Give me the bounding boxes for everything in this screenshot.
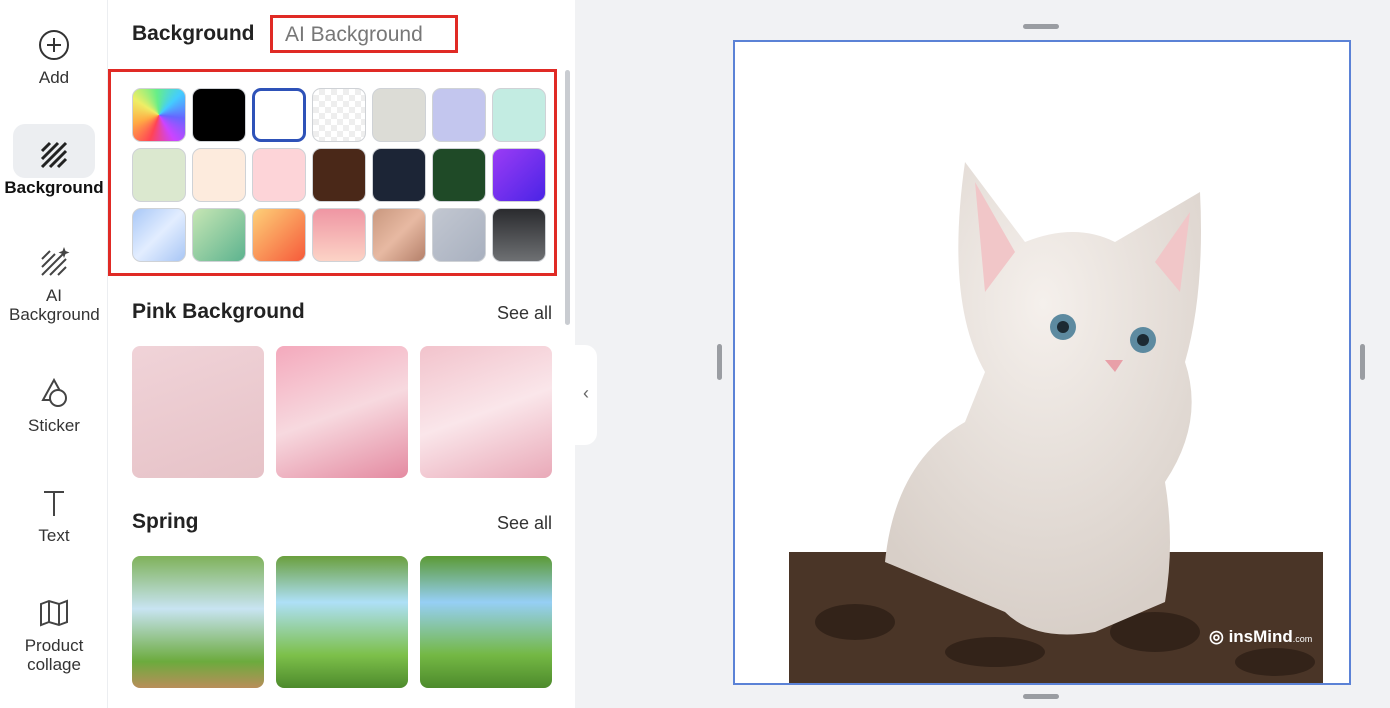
background-thumbnail[interactable] — [276, 346, 408, 478]
color-swatch[interactable] — [372, 148, 426, 202]
resize-handle-left[interactable] — [717, 344, 722, 380]
rail-item-label: Text — [38, 526, 70, 545]
color-swatch[interactable] — [432, 88, 486, 142]
color-swatch[interactable] — [492, 208, 546, 262]
hatch-icon — [40, 141, 68, 169]
section-title: Spring — [132, 510, 199, 533]
rail-item-product-collage[interactable]: Product collage — [0, 596, 108, 674]
color-swatch[interactable] — [432, 208, 486, 262]
rail-item-label: AI Background — [9, 286, 100, 324]
color-swatch[interactable] — [372, 208, 426, 262]
tab-background[interactable]: Background — [132, 22, 255, 46]
color-swatch[interactable] — [252, 88, 306, 142]
background-thumbnail[interactable] — [420, 556, 552, 688]
see-all-link[interactable]: See all — [497, 513, 552, 534]
rail-item-label: Product collage — [24, 636, 84, 674]
text-icon — [44, 491, 64, 516]
rail-item-label: Background — [4, 178, 104, 197]
color-swatch[interactable] — [252, 148, 306, 202]
color-swatch[interactable] — [192, 208, 246, 262]
color-swatch[interactable] — [252, 208, 306, 262]
rail-item-ai-background[interactable]: AI Background — [0, 246, 108, 324]
color-swatch[interactable] — [132, 148, 186, 202]
see-all-link[interactable]: See all — [497, 303, 552, 324]
color-swatch[interactable] — [192, 88, 246, 142]
color-swatch[interactable] — [492, 148, 546, 202]
swatch-grid — [108, 69, 557, 276]
rail-item-label: Sticker — [28, 416, 80, 435]
map-icon — [40, 599, 68, 627]
ai-hatch-icon — [41, 247, 70, 276]
color-swatch[interactable] — [132, 208, 186, 262]
background-thumbnail[interactable] — [420, 346, 552, 478]
background-thumbnail[interactable] — [132, 556, 264, 688]
left-rail: Add Background AI Background Sticker Text Pro… — [0, 0, 108, 708]
background-panel: Background AI Background Pink Background… — [108, 0, 575, 708]
resize-handle-top[interactable] — [1023, 24, 1059, 29]
watermark: ◎ insMind.com — [1209, 627, 1313, 646]
collapse-panel-button[interactable]: ‹ — [575, 345, 597, 445]
cat-image — [789, 162, 1323, 683]
chevron-left-icon: ‹ — [583, 383, 589, 403]
color-swatch[interactable] — [312, 208, 366, 262]
tab-ai-background[interactable]: AI Background — [270, 15, 458, 53]
color-swatch[interactable] — [372, 88, 426, 142]
color-swatch[interactable] — [192, 148, 246, 202]
background-thumbnail[interactable] — [132, 346, 264, 478]
color-swatch[interactable] — [492, 88, 546, 142]
sticker-icon — [41, 377, 67, 407]
background-thumbnail[interactable] — [276, 556, 408, 688]
scrollbar[interactable] — [565, 70, 570, 325]
rail-item-label: Add — [38, 68, 70, 87]
plus-circle-icon — [39, 30, 69, 60]
insmind-logo-icon: ◎ — [1209, 627, 1224, 646]
resize-handle-right[interactable] — [1360, 344, 1365, 380]
rail-item-add[interactable]: Add — [0, 28, 108, 88]
canvas-frame[interactable]: ◎ insMind.com — [733, 40, 1351, 685]
section-title: Pink Background — [132, 300, 305, 323]
rail-item-sticker[interactable]: Sticker — [0, 376, 108, 436]
rail-item-background[interactable]: Background — [0, 124, 108, 198]
rail-item-text[interactable]: Text — [0, 486, 108, 546]
color-swatch[interactable] — [312, 88, 366, 142]
color-swatch[interactable] — [132, 88, 186, 142]
color-swatch[interactable] — [432, 148, 486, 202]
color-swatch[interactable] — [312, 148, 366, 202]
resize-handle-bottom[interactable] — [1023, 694, 1059, 699]
